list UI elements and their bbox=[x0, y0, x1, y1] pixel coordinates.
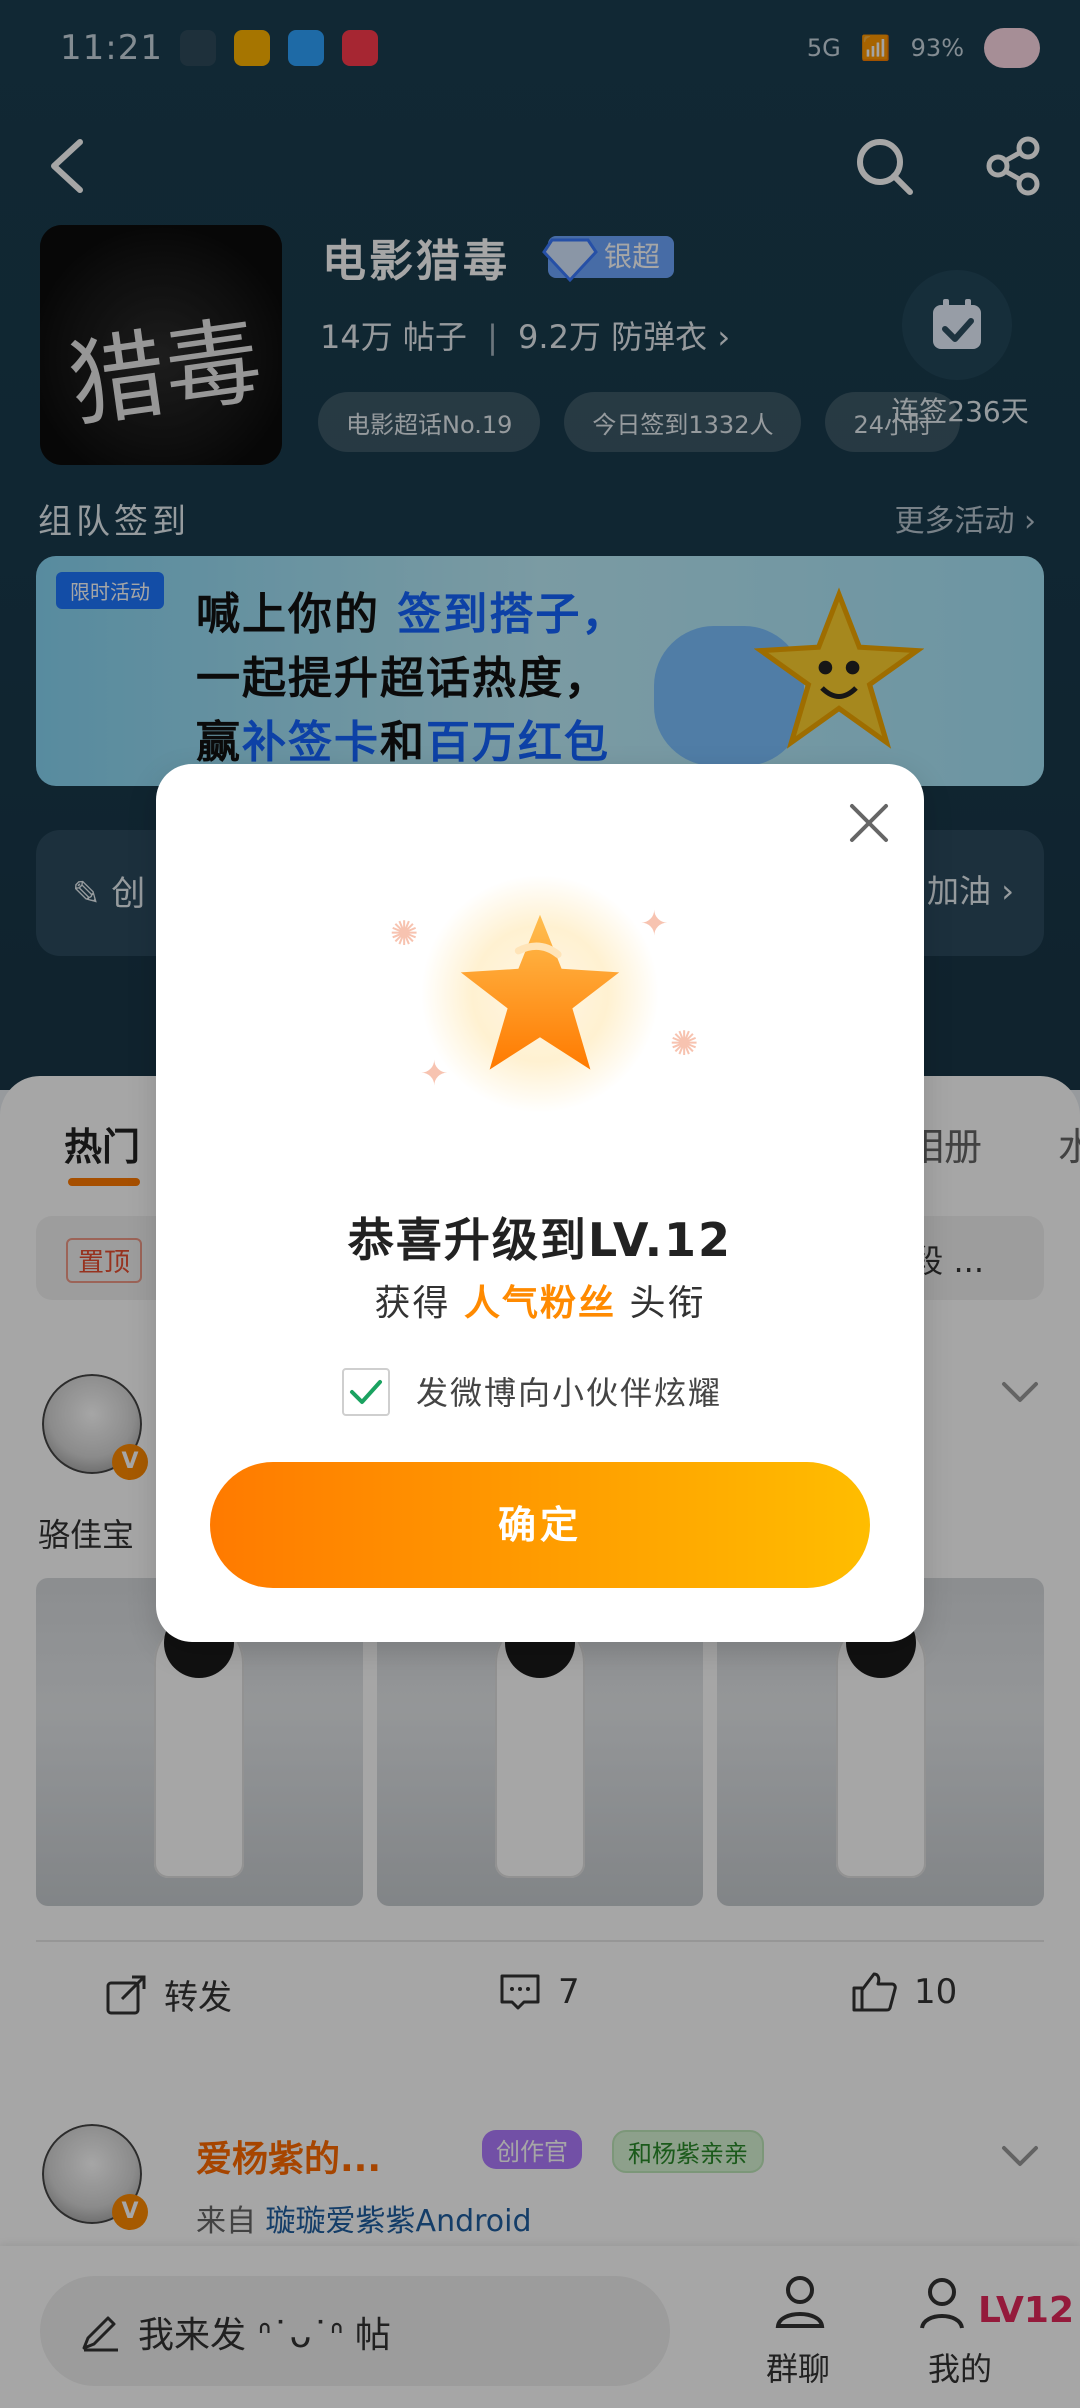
share-checkbox[interactable] bbox=[342, 1368, 390, 1416]
confirm-button[interactable]: 确定 bbox=[210, 1462, 870, 1588]
sparkle-icon: ✺ bbox=[390, 914, 419, 954]
checkmark-icon bbox=[350, 1380, 382, 1404]
share-checkbox-label[interactable]: 发微博向小伙伴炫耀 bbox=[416, 1368, 722, 1414]
dialog-sub-post: 头衔 bbox=[629, 1283, 706, 1324]
dialog-subtitle: 获得 人气粉丝 头衔 bbox=[156, 1274, 924, 1326]
dialog-sub-pre: 获得 bbox=[374, 1283, 451, 1324]
level-up-dialog: ✺ ✦ ✺ ✦ 恭喜升级到LV.12 获得 人气粉丝 头衔 发微博向小伙伴炫耀 … bbox=[156, 764, 924, 1642]
sparkle-icon: ✦ bbox=[640, 904, 669, 944]
star-icon bbox=[460, 914, 620, 1070]
sparkle-icon: ✺ bbox=[670, 1024, 699, 1064]
dialog-title: 恭喜升级到LV.12 bbox=[347, 1213, 733, 1267]
sparkle-icon: ✦ bbox=[420, 1054, 449, 1094]
level-up-star: ✺ ✦ ✺ ✦ bbox=[390, 844, 699, 1144]
close-icon[interactable] bbox=[842, 796, 896, 850]
dialog-sub-highlight: 人气粉丝 bbox=[463, 1283, 616, 1324]
